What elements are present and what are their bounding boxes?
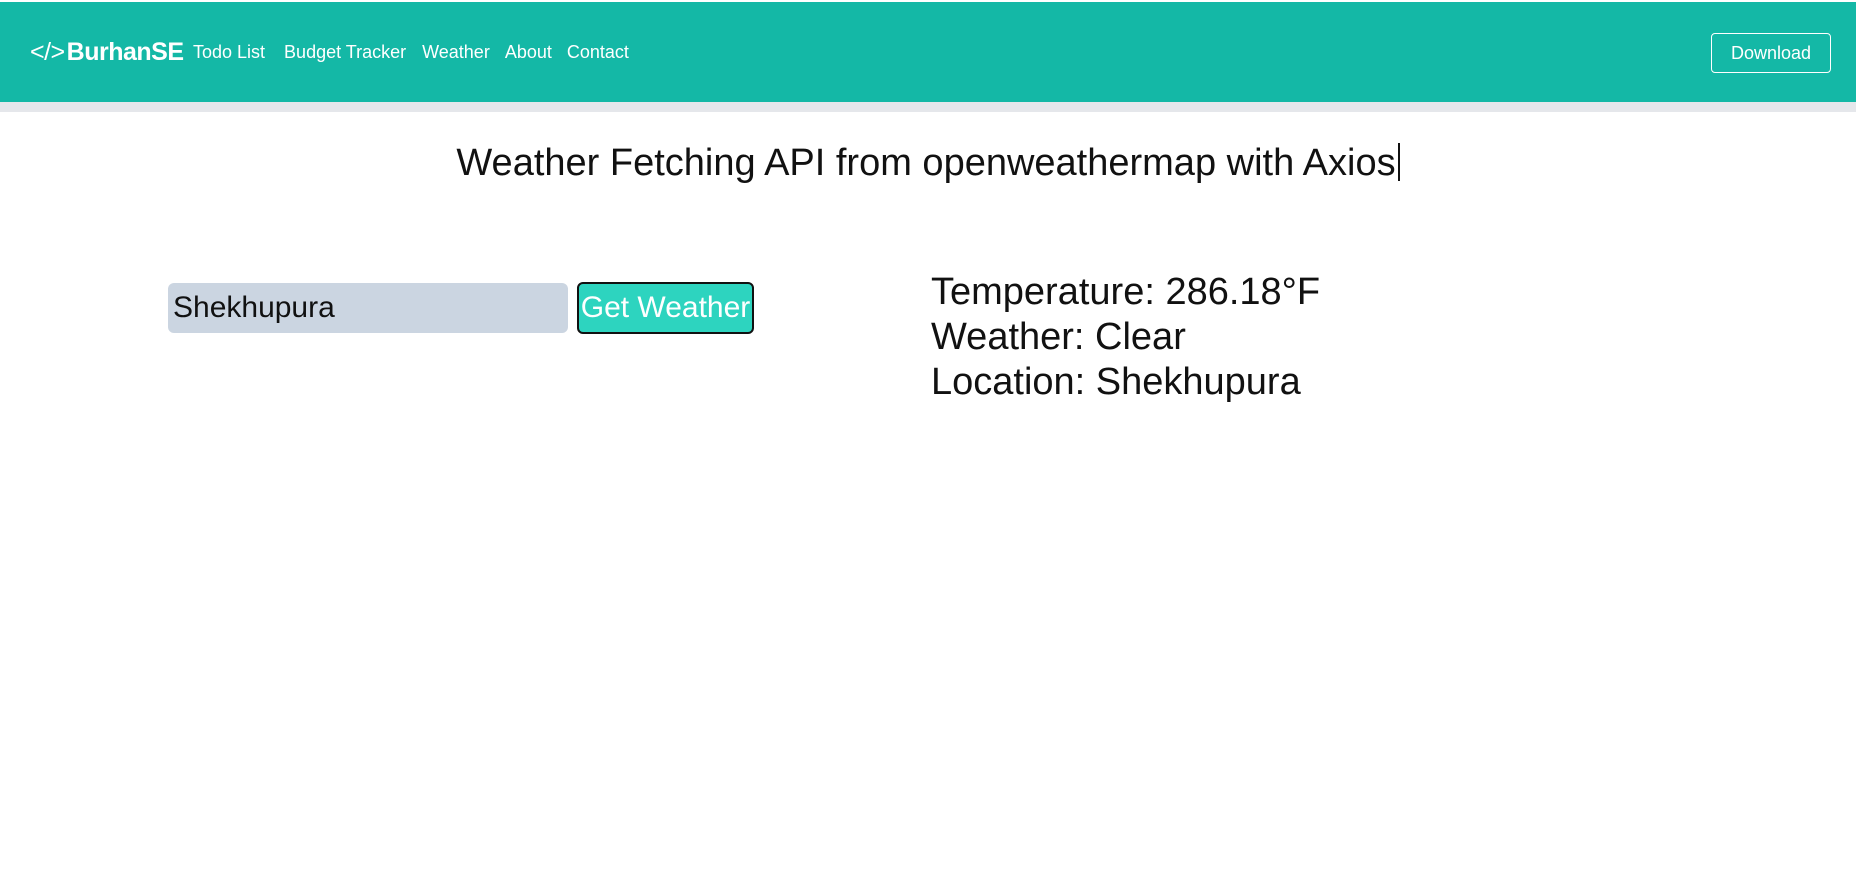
brand-name: BurhanSE xyxy=(66,38,184,66)
nav-link-about[interactable]: About xyxy=(505,42,552,63)
weather-condition-text: Weather: Clear xyxy=(931,316,1186,358)
typing-caret xyxy=(1397,143,1400,181)
navbar: </> BurhanSE Todo List Budget Tracker We… xyxy=(0,0,1856,102)
nav-link-budget-tracker[interactable]: Budget Tracker xyxy=(284,42,406,63)
download-button[interactable]: Download xyxy=(1711,33,1831,73)
get-weather-button[interactable]: Get Weather xyxy=(577,282,754,334)
nav-link-todo-list[interactable]: Todo List xyxy=(193,42,265,63)
navbar-divider xyxy=(0,102,1856,112)
code-icon: </> xyxy=(30,38,65,66)
city-input[interactable] xyxy=(168,283,568,333)
weather-results: Temperature: 286.18°F Weather: Clear Loc… xyxy=(931,270,1320,405)
nav-links: Todo List Budget Tracker Weather About C… xyxy=(193,42,629,63)
nav-link-contact[interactable]: Contact xyxy=(567,42,629,63)
brand-logo[interactable]: </> BurhanSE xyxy=(30,38,184,67)
nav-link-weather[interactable]: Weather xyxy=(422,42,490,63)
page-title-text: Weather Fetching API from openweathermap… xyxy=(456,142,1396,184)
temperature-text: Temperature: 286.18°F xyxy=(931,271,1321,313)
page-title: Weather Fetching API from openweathermap… xyxy=(0,142,1856,185)
location-text: Location: Shekhupura xyxy=(931,361,1301,403)
